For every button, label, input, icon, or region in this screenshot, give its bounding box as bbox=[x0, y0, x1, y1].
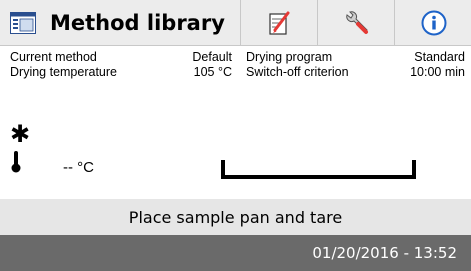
current-method-label: Current method bbox=[10, 50, 97, 64]
method-library-button[interactable]: Method library bbox=[0, 0, 241, 46]
switch-off-label: Switch-off criterion bbox=[246, 65, 349, 79]
instruction-bar: Place sample pan and tare bbox=[0, 199, 471, 235]
current-method-value: Default bbox=[192, 50, 232, 64]
thermometer-icon bbox=[11, 151, 21, 173]
wrench-icon bbox=[345, 11, 368, 34]
datetime-text: 01/20/2016 - 13:52 bbox=[312, 244, 457, 262]
page-title: Method library bbox=[50, 11, 225, 35]
drying-program-value: Standard bbox=[414, 50, 465, 64]
toolbar: Method library bbox=[0, 0, 471, 46]
switch-off-value: 10:00 min bbox=[410, 65, 465, 79]
temperature-reading: -- °C bbox=[63, 159, 94, 176]
method-library-icon bbox=[10, 12, 36, 34]
asterisk-icon: ✱ bbox=[10, 120, 31, 148]
instruction-text: Place sample pan and tare bbox=[128, 207, 343, 227]
edit-icon bbox=[268, 11, 289, 35]
drying-temperature-value: 105 °C bbox=[193, 65, 232, 79]
drying-temperature-label: Drying temperature bbox=[10, 65, 117, 79]
status-bar: 01/20/2016 - 13:52 bbox=[0, 235, 471, 271]
settings-button[interactable] bbox=[319, 0, 395, 46]
info-icon bbox=[421, 10, 446, 36]
info-button[interactable] bbox=[396, 0, 471, 46]
drying-program-label: Drying program bbox=[246, 50, 333, 64]
weighing-pan-indicator bbox=[221, 160, 416, 179]
edit-button[interactable] bbox=[242, 0, 318, 46]
